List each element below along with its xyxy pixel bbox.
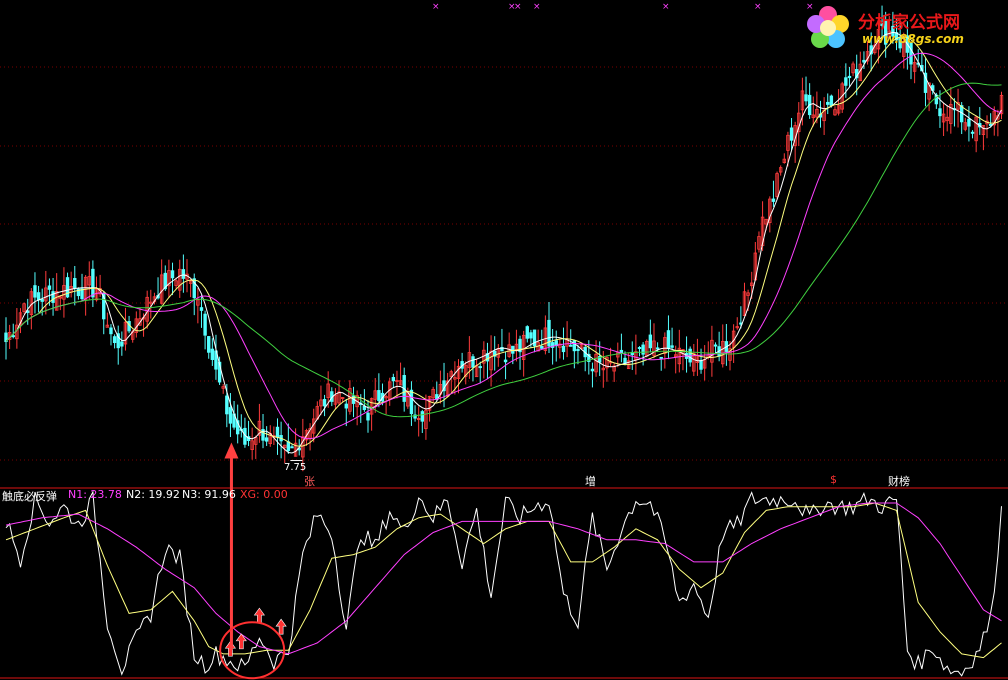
candle-body	[51, 291, 55, 303]
candle-body	[11, 335, 15, 338]
event-tag-zhang[interactable]: 张	[304, 473, 315, 489]
candle-body	[862, 59, 866, 63]
candle-body	[529, 332, 533, 339]
candle-body	[561, 345, 566, 353]
top-event-marker: ×	[533, 2, 541, 12]
candle-body	[569, 344, 573, 347]
candle-body	[207, 336, 211, 353]
indicator-name: 触底必反弹	[2, 490, 57, 503]
logo-title: 分析家公式网	[858, 13, 960, 33]
candle-body	[478, 366, 482, 369]
candle-body	[264, 437, 269, 442]
candle-body	[120, 341, 124, 347]
candle-body	[225, 395, 229, 415]
candle-body	[847, 75, 852, 79]
candle-body	[525, 326, 529, 339]
candle-body	[670, 345, 674, 348]
site-logo: 分析家公式网 www.88gs.com	[802, 2, 1002, 54]
candle-body	[826, 101, 830, 105]
indicator-line-n2	[5, 502, 1002, 659]
candle-body	[576, 349, 580, 352]
event-tag-zeng[interactable]: 增	[585, 473, 596, 489]
candle-body	[471, 356, 475, 368]
candle-body	[203, 313, 207, 336]
candle-body	[344, 403, 348, 409]
candle-body	[503, 359, 508, 363]
candle-body	[47, 285, 52, 290]
candle-body	[199, 307, 204, 311]
indicator-xg-label: XG: 0.00	[240, 488, 288, 501]
chart-canvas: × ×× × × × ×	[0, 2, 1008, 680]
candle-body	[33, 285, 37, 298]
candle-body	[771, 198, 776, 202]
top-event-marker: ×	[662, 2, 670, 12]
candle-body	[170, 270, 175, 279]
candle-body	[210, 348, 215, 360]
candle-body	[286, 441, 291, 451]
candle-body	[572, 340, 577, 352]
candle-body	[637, 347, 642, 350]
candle-body	[290, 446, 294, 449]
candle-body	[648, 334, 653, 349]
stock-chart-window: × × × × × × × 分析家公式网 www.88gs.com 触底必反弹 N1: 23…	[0, 0, 1008, 680]
candle-body	[967, 118, 971, 127]
indicator-n3-label: N3: 91.96	[182, 488, 236, 501]
flower-logo-icon	[807, 6, 849, 48]
candle-body	[91, 268, 95, 298]
candle-body	[804, 94, 808, 102]
candle-body	[366, 412, 370, 421]
candle-body	[590, 368, 595, 372]
event-tag-dividend[interactable]: $	[830, 473, 837, 486]
top-event-marker: ×	[514, 2, 522, 12]
candle-body	[844, 77, 848, 86]
indicator-n1-label: N1: 23.78	[68, 488, 122, 501]
candle-body	[699, 360, 703, 370]
candle-body	[181, 269, 186, 279]
candle-body	[109, 327, 113, 335]
low-price-label: 7.75	[284, 462, 307, 473]
candle-body	[655, 347, 660, 350]
event-tag-financial-report[interactable]: 财榜	[888, 473, 910, 489]
top-event-marker: ×	[432, 2, 440, 12]
candle-body	[391, 377, 396, 382]
candle-body	[666, 330, 671, 350]
candle-body	[409, 389, 414, 415]
candle-body	[789, 127, 794, 141]
buy-signal-arrow-icon	[253, 607, 265, 624]
candle-body	[228, 407, 233, 424]
logo-url: www.88gs.com	[862, 32, 964, 46]
candle-body	[420, 411, 424, 422]
top-event-marker: ×	[754, 2, 762, 12]
candle-body	[40, 299, 44, 302]
indicator-n2-label: N2: 19.92	[126, 488, 180, 501]
candle-body	[970, 131, 975, 134]
candle-body	[275, 426, 280, 438]
indicator-line-n1	[5, 490, 1002, 677]
candle-body	[713, 344, 718, 347]
candle-body	[73, 278, 77, 289]
candle-body	[377, 390, 381, 402]
candle-body	[659, 356, 663, 359]
candle-body	[938, 108, 942, 117]
annotation-arrow-head-icon	[224, 442, 239, 459]
candle-body	[641, 344, 645, 355]
candle-body	[829, 95, 834, 106]
candle-body	[112, 336, 117, 344]
candle-body	[540, 345, 544, 349]
candle-body	[36, 292, 41, 301]
indicator-line-n3	[5, 502, 1002, 655]
candle-body	[322, 399, 327, 407]
